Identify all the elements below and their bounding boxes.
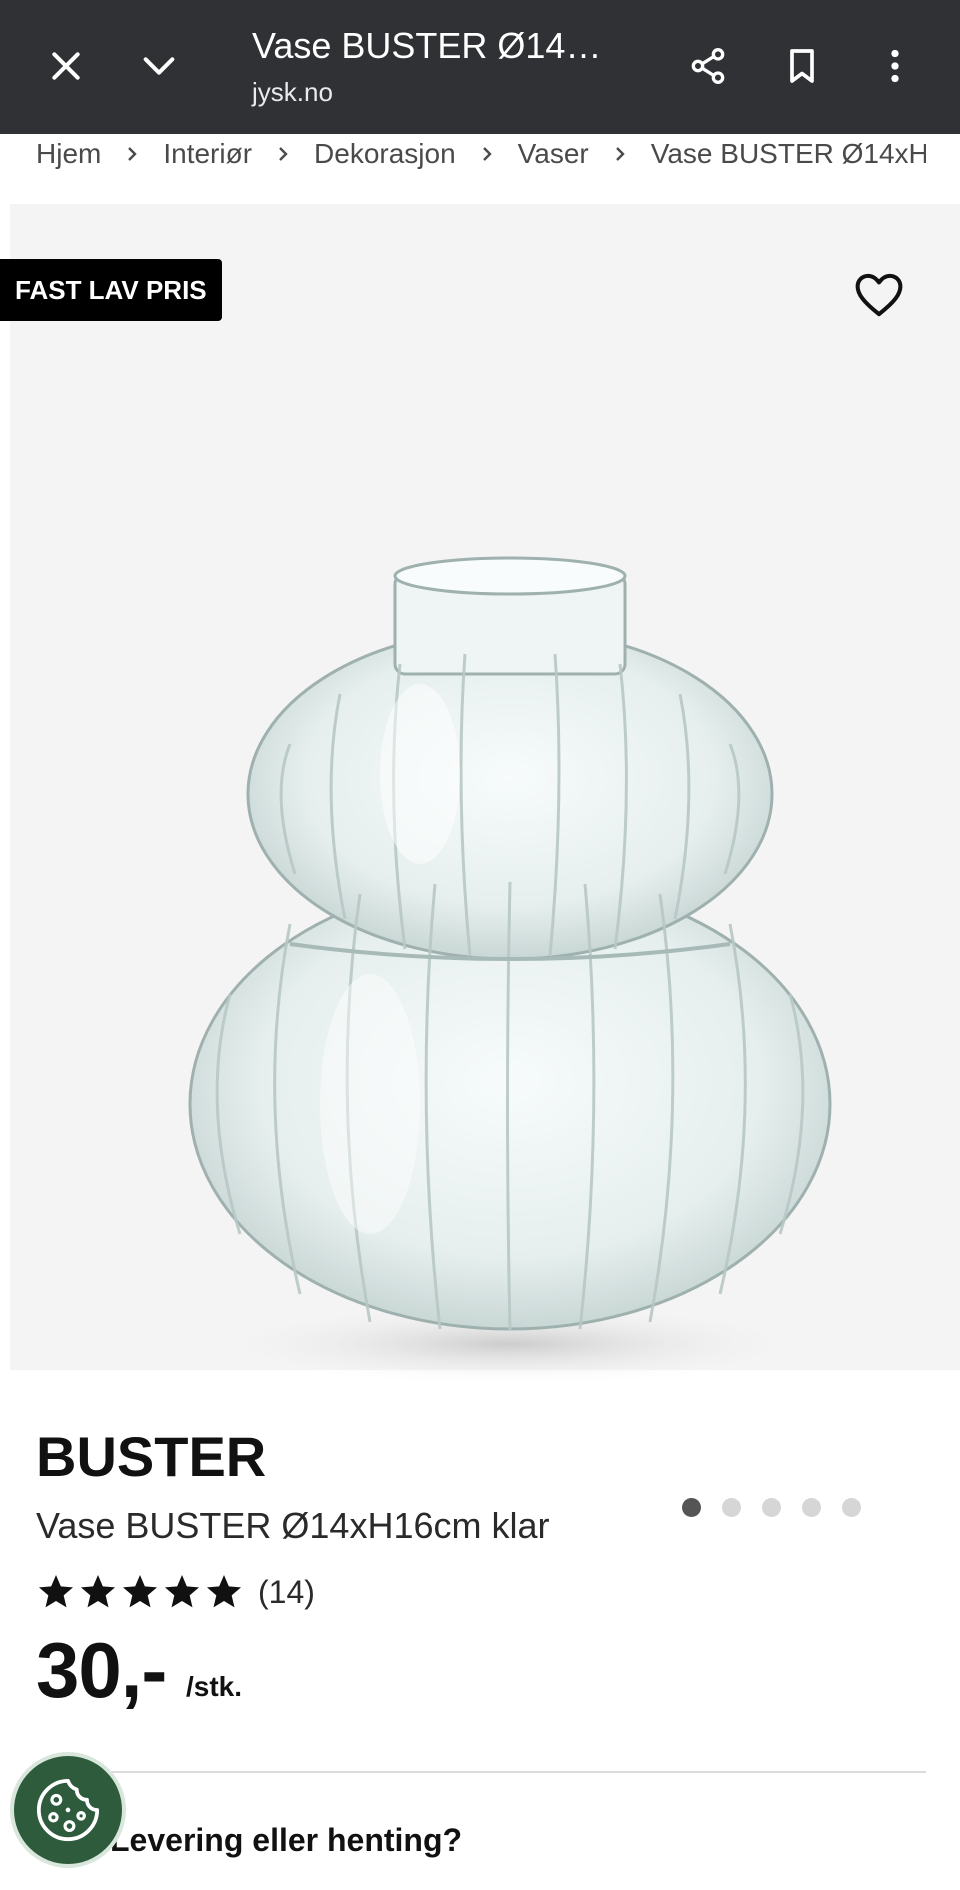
close-icon <box>52 52 80 80</box>
bookmark-icon <box>790 49 814 83</box>
share-button[interactable] <box>672 30 744 102</box>
star-icon <box>207 1575 241 1608</box>
breadcrumb-vases[interactable]: Vaser <box>518 138 589 170</box>
breadcrumb-interior[interactable]: Interiør <box>163 138 252 170</box>
breadcrumb-separator <box>611 145 629 163</box>
heart-icon <box>855 273 903 317</box>
breadcrumb-home[interactable]: Hjem <box>36 138 101 170</box>
more-button[interactable] <box>859 30 931 102</box>
breadcrumb-separator <box>478 145 496 163</box>
product-rating[interactable]: (14) <box>36 1572 315 1612</box>
promo-badge: FAST LAV PRIS <box>0 259 222 321</box>
bookmark-button[interactable] <box>766 30 838 102</box>
product-brand: BUSTER <box>36 1425 267 1488</box>
close-button[interactable] <box>30 30 102 102</box>
pagination-dot[interactable] <box>842 1498 861 1517</box>
favorite-button[interactable] <box>852 268 906 322</box>
chevron-right-icon <box>615 147 625 161</box>
collapse-button[interactable] <box>123 30 195 102</box>
pagination-dot[interactable] <box>762 1498 781 1517</box>
breadcrumb: Hjem Interiør Dekorasjon Vaser Vase BUST… <box>36 134 926 174</box>
chevron-right-icon <box>128 147 138 161</box>
rating-count[interactable]: (14) <box>258 1574 315 1611</box>
product-name: Vase BUSTER Ø14xH16cm klar <box>36 1505 550 1546</box>
chevron-right-icon <box>482 147 492 161</box>
product-image[interactable] <box>170 544 850 1404</box>
product-gallery[interactable] <box>10 204 960 1517</box>
star-icon <box>39 1575 73 1608</box>
cookie-icon <box>36 1778 100 1842</box>
cookie-settings-button[interactable] <box>10 1752 126 1868</box>
page-url[interactable]: jysk.no <box>252 77 333 108</box>
page-title[interactable]: Vase BUSTER Ø14x... <box>252 24 612 68</box>
rating-stars <box>36 1572 244 1612</box>
breadcrumb-current[interactable]: Vase BUSTER Ø14xH16 <box>651 138 926 170</box>
breadcrumb-separator <box>274 145 292 163</box>
pagination-dot[interactable] <box>722 1498 741 1517</box>
star-icon <box>165 1575 199 1608</box>
breadcrumb-decoration[interactable]: Dekorasjon <box>314 138 456 170</box>
browser-toolbar: Vase BUSTER Ø14x... jysk.no <box>0 0 960 134</box>
section-divider <box>36 1771 926 1773</box>
gallery-pagination <box>682 1498 861 1517</box>
share-icon <box>691 48 725 85</box>
breadcrumb-separator <box>123 145 141 163</box>
pagination-dot[interactable] <box>682 1498 701 1517</box>
more-vertical-icon <box>891 49 899 83</box>
star-icon <box>123 1575 157 1608</box>
product-price: 30,- <box>36 1626 167 1714</box>
star-icon <box>81 1575 115 1608</box>
delivery-heading[interactable]: Levering eller henting? <box>110 1822 462 1859</box>
chevron-right-icon <box>279 147 288 161</box>
chevron-down-icon <box>143 57 175 75</box>
pagination-dot[interactable] <box>802 1498 821 1517</box>
price-unit: /stk. <box>186 1671 243 1702</box>
